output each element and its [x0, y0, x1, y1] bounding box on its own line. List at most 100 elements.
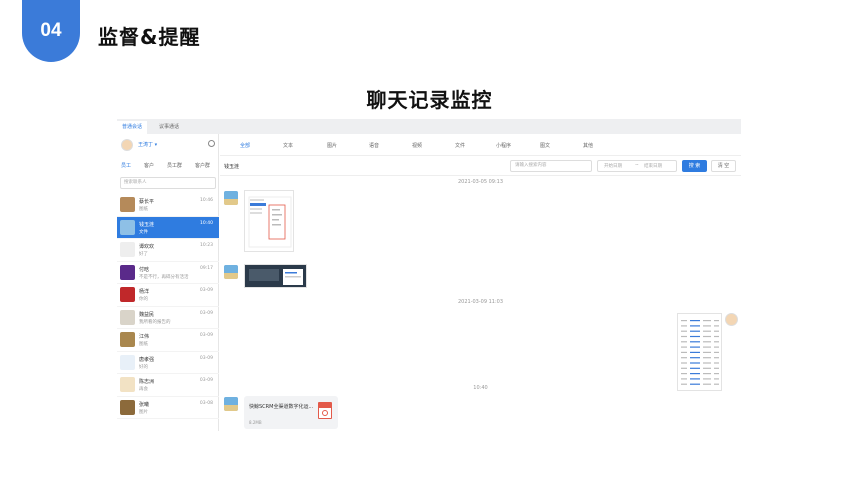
contact-item[interactable]: 陈志洲 再会 03-09	[117, 374, 219, 397]
tab-normal-chat[interactable]: 普通会话	[117, 121, 148, 134]
contact-name: 杨洋	[139, 289, 150, 295]
contact-avatar	[120, 242, 135, 257]
contact-avatar	[120, 354, 135, 370]
contact-panel: 王涛丁 ▾ 员工 客户 员工群 客户群 搜索联系人 蔡长平图纸 10:46 钱玉涟文…	[117, 134, 219, 431]
file-name: 快鲸SCRM全渠道数字化运...	[249, 404, 314, 410]
tab-customer-group[interactable]: 客户群	[195, 162, 210, 169]
contact-item[interactable]: 唐孝强 好的 03-09	[117, 352, 219, 374]
contact-avatar	[120, 377, 135, 392]
contact-item[interactable]: 江伟 图纸 03-09	[117, 329, 219, 352]
contact-time: 03-09	[199, 310, 213, 316]
contact-last-message: 再会	[139, 387, 148, 392]
contact-item[interactable]: 付晗 不是不行，再碎分有活活 09:17	[117, 262, 219, 284]
tab-staff-group[interactable]: 员工群	[167, 162, 182, 169]
date-separator: ~	[635, 163, 639, 168]
timestamp: 10:40	[473, 385, 488, 391]
contact-last-message: 我所看的报告的	[139, 319, 171, 325]
contact-last-message: 文件	[139, 229, 148, 235]
filter-miniprogram[interactable]: 小程序	[496, 142, 511, 149]
date-start: 开始日期	[604, 164, 622, 169]
contact-item[interactable]: 魏益民 我所看的报告的 03-09	[117, 307, 219, 329]
contact-time: 03-09	[199, 378, 213, 383]
slide-title: 监督&提醒	[98, 25, 201, 49]
search-button[interactable]: 搜 索	[682, 160, 707, 172]
main-title: 聊天记录监控	[366, 88, 493, 112]
message-area: 2021-03-05 09:13 2021-03-09 11:03 10:40 …	[220, 176, 741, 431]
contact-item[interactable]: 张曦 图片 03-08	[117, 397, 219, 419]
filter-file[interactable]: 文件	[455, 142, 465, 149]
contact-time: 10:46	[200, 198, 213, 203]
filter-voice[interactable]: 语音	[369, 142, 379, 149]
screenshot-thumbnail-icon	[249, 269, 303, 285]
contact-type-tabs: 员工 客户 员工群 客户群	[117, 156, 219, 174]
file-size: 8.2MB	[249, 420, 262, 425]
contact-time: 03-09	[199, 288, 213, 293]
contact-last-message: 不是不行，再碎分有活活	[139, 274, 189, 280]
chat-panel: 全部 文本 图片 语音 视频 文件 小程序 图文 其他 钱玉涟 请输入搜索内容 …	[220, 134, 741, 431]
date-range-picker[interactable]: 开始日期 ~ 结束日期	[597, 160, 677, 172]
file-message[interactable]: 快鲸SCRM全渠道数字化运... 8.2MB	[244, 396, 338, 429]
section-number-badge: 04	[22, 0, 80, 62]
contact-avatar	[120, 219, 135, 235]
contact-avatar	[120, 197, 135, 212]
contact-last-message: 图纸	[139, 207, 148, 212]
timestamp: 2021-03-05 09:13	[457, 179, 504, 185]
chat-contact-name: 钱玉涟	[224, 164, 240, 170]
sender-avatar	[224, 265, 238, 279]
contact-time: 03-08	[199, 400, 213, 406]
contact-last-message: 图片	[139, 409, 148, 415]
contact-avatar	[120, 287, 135, 302]
timestamp: 2021-03-09 11:03	[457, 299, 504, 305]
filter-image[interactable]: 图片	[327, 142, 337, 149]
contact-time: 10:40	[200, 220, 213, 226]
keyword-search-input[interactable]: 请输入搜索内容	[510, 160, 592, 172]
contact-last-message: 图纸	[139, 342, 148, 347]
filter-all[interactable]: 全部	[240, 142, 250, 149]
contact-search-input[interactable]: 搜索联系人	[120, 177, 216, 189]
image-message-sent[interactable]	[677, 313, 722, 391]
user-bar: 王涛丁 ▾	[117, 134, 219, 156]
contact-avatar	[120, 309, 135, 325]
table-screenshot-icon	[681, 320, 719, 385]
contact-list: 蔡长平图纸 10:46 钱玉涟 文件 10:40 谭欢欢好了 10:23 付晗 不是不行，再碎分…	[117, 194, 219, 419]
clear-button[interactable]: 清 空	[711, 160, 736, 172]
contact-name: 蔡长平	[139, 199, 155, 205]
self-avatar	[725, 313, 738, 326]
contact-name: 付晗	[139, 266, 150, 273]
contact-last-message: 好了	[139, 252, 148, 257]
user-switcher[interactable]: 王涛丁 ▾	[138, 141, 157, 148]
image-message[interactable]	[244, 190, 294, 252]
contact-avatar	[120, 332, 135, 347]
contact-name: 谭欢欢	[139, 244, 155, 250]
contact-last-message: 你的	[139, 297, 148, 302]
filter-article[interactable]: 图文	[540, 142, 550, 149]
user-avatar	[121, 139, 133, 151]
date-end: 结束日期	[644, 164, 662, 169]
chat-monitor-app: 普通会话 议事通话 王涛丁 ▾ 员工 客户 员工群 客户群 搜索联系人 蔡长平图…	[117, 119, 741, 431]
contact-name: 张曦	[139, 401, 150, 408]
contact-item[interactable]: 蔡长平图纸 10:46	[117, 194, 219, 217]
tab-meeting-call[interactable]: 议事通话	[154, 121, 184, 134]
tab-customer[interactable]: 客户	[144, 162, 154, 169]
contact-item[interactable]: 钱玉涟 文件 10:40	[117, 216, 219, 239]
sender-avatar	[224, 397, 238, 411]
chat-toolbar: 钱玉涟 请输入搜索内容 开始日期 ~ 结束日期 搜 索 清 空	[220, 156, 741, 176]
contact-item[interactable]: 谭欢欢好了 10:23	[117, 239, 219, 262]
filter-video[interactable]: 视频	[412, 142, 422, 149]
clock-icon[interactable]	[208, 140, 215, 147]
top-tab-strip: 普通会话 议事通话	[117, 119, 741, 134]
contact-time: 09:17	[200, 265, 213, 271]
tab-staff[interactable]: 员工	[121, 162, 131, 169]
contact-name: 钱玉涟	[139, 221, 155, 228]
pdf-file-icon	[318, 402, 332, 419]
filter-text[interactable]: 文本	[283, 142, 293, 149]
image-message[interactable]	[244, 264, 307, 288]
screenshot-thumbnail-icon	[248, 196, 292, 248]
contact-avatar	[120, 399, 135, 415]
contact-name: 江伟	[139, 334, 150, 340]
message-type-filter: 全部 文本 图片 语音 视频 文件 小程序 图文 其他	[220, 134, 741, 156]
contact-avatar	[120, 264, 135, 280]
contact-time: 10:23	[200, 243, 213, 248]
contact-item[interactable]: 杨洋你的 03-09	[117, 284, 219, 307]
filter-other[interactable]: 其他	[583, 142, 593, 149]
